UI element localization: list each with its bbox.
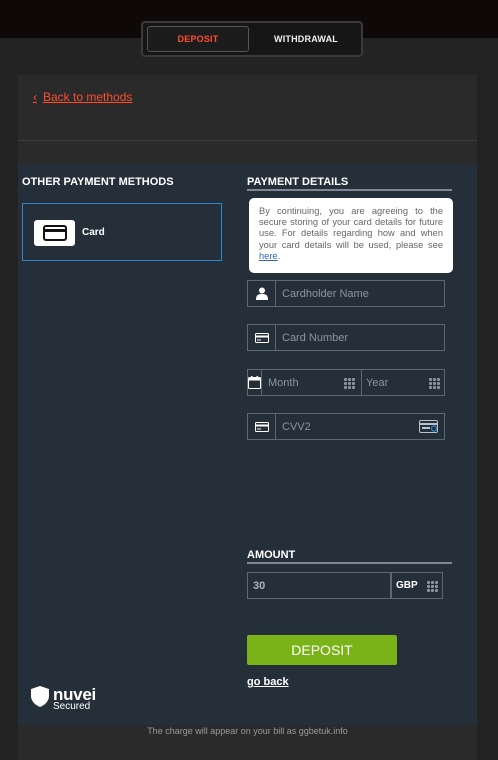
shield-icon	[31, 686, 49, 712]
card-icon	[248, 414, 276, 439]
notice-text: By continuing, you are agreeing to the s…	[259, 206, 443, 250]
payment-method-label: Card	[82, 227, 105, 238]
other-methods-title: OTHER PAYMENT METHODS	[22, 176, 174, 188]
currency-field: GBP	[391, 572, 443, 599]
grid-dots-icon	[429, 378, 440, 389]
nuvei-secured-badge: nuvei Secured	[31, 686, 96, 712]
deposit-withdrawal-tabs: DEPOSIT WITHDRAWAL	[141, 21, 363, 57]
go-back-link[interactable]: go back	[247, 676, 289, 688]
amount-field	[247, 572, 406, 599]
amount-title: AMOUNT	[247, 549, 296, 561]
payment-details-underline	[247, 189, 452, 191]
payment-details-title: PAYMENT DETAILS	[247, 176, 349, 188]
credit-card-icon	[34, 220, 75, 246]
card-storage-notice: By continuing, you are agreeing to the s…	[249, 198, 453, 273]
amount-input[interactable]	[248, 573, 406, 598]
cvv-card-icon	[419, 420, 438, 438]
expiry-year-field	[362, 369, 498, 396]
cardholder-name-field	[247, 280, 445, 307]
billing-note: The charge will appear on your bill as g…	[147, 726, 348, 736]
payment-method-card[interactable]: Card	[22, 203, 222, 261]
notice-here-link[interactable]: here	[259, 251, 278, 261]
cardholder-name-input[interactable]	[276, 281, 444, 306]
calendar-icon	[248, 370, 262, 395]
grid-dots-icon	[427, 581, 438, 592]
back-to-methods-link[interactable]: ‹ Back to methods	[33, 90, 132, 104]
back-header	[18, 75, 477, 141]
brand-subtitle: Secured	[53, 700, 91, 712]
card-number-input[interactable]	[276, 325, 444, 350]
expiry-month-field	[247, 369, 410, 396]
notice-end: .	[277, 250, 281, 261]
amount-underline	[247, 562, 452, 564]
deposit-button[interactable]: DEPOSIT	[247, 635, 397, 665]
brand-name: nuvei	[53, 684, 96, 704]
card-number-field	[247, 324, 445, 351]
cvv-field	[247, 413, 445, 440]
chevron-left-icon: ‹	[33, 90, 37, 104]
grid-dots-icon	[344, 378, 355, 389]
user-icon	[248, 281, 276, 306]
card-icon	[248, 325, 276, 350]
tab-withdrawal[interactable]: WITHDRAWAL	[255, 26, 357, 52]
currency-select[interactable]: GBP	[392, 580, 418, 591]
tab-deposit[interactable]: DEPOSIT	[147, 26, 250, 52]
back-to-methods-label: Back to methods	[43, 90, 133, 104]
